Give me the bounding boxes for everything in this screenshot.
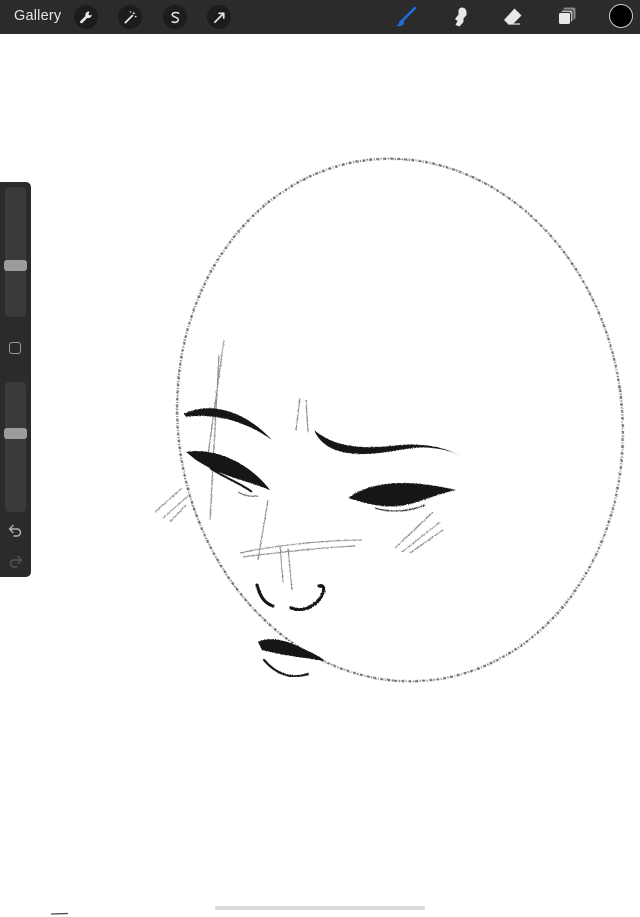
wrench-icon xyxy=(79,10,92,23)
smudge-icon xyxy=(455,7,467,27)
construction-lines xyxy=(154,339,444,591)
magic-wand-icon xyxy=(124,10,136,23)
gallery-button[interactable]: Gallery xyxy=(14,8,61,24)
eraser-icon xyxy=(504,8,522,25)
selection-button[interactable] xyxy=(163,5,187,29)
mouth-lower-lip xyxy=(262,658,310,678)
left-eyebrow xyxy=(184,408,272,440)
layers-button[interactable] xyxy=(554,5,580,29)
transform-button[interactable] xyxy=(207,5,231,29)
right-eye xyxy=(348,483,456,507)
top-toolbar: Gallery xyxy=(0,0,640,34)
smudge-tool-button[interactable] xyxy=(447,5,473,29)
selection-icon xyxy=(170,11,180,23)
actions-button[interactable] xyxy=(74,5,98,29)
canvas-scribble-mark xyxy=(50,912,69,915)
drawing-canvas[interactable] xyxy=(0,34,640,917)
home-indicator[interactable] xyxy=(215,906,425,910)
transform-icon xyxy=(213,11,225,23)
adjustments-button[interactable] xyxy=(118,5,142,29)
brush-tool-button[interactable] xyxy=(393,5,419,29)
left-eye-crease xyxy=(237,491,259,497)
left-eye xyxy=(186,451,270,490)
right-eyebrow xyxy=(314,430,460,456)
nose xyxy=(255,583,326,612)
color-picker-button[interactable] xyxy=(609,4,633,28)
eraser-tool-button[interactable] xyxy=(500,5,526,29)
head-outline-sketch xyxy=(176,157,624,683)
brush-icon xyxy=(396,6,417,27)
layers-icon xyxy=(558,7,576,25)
